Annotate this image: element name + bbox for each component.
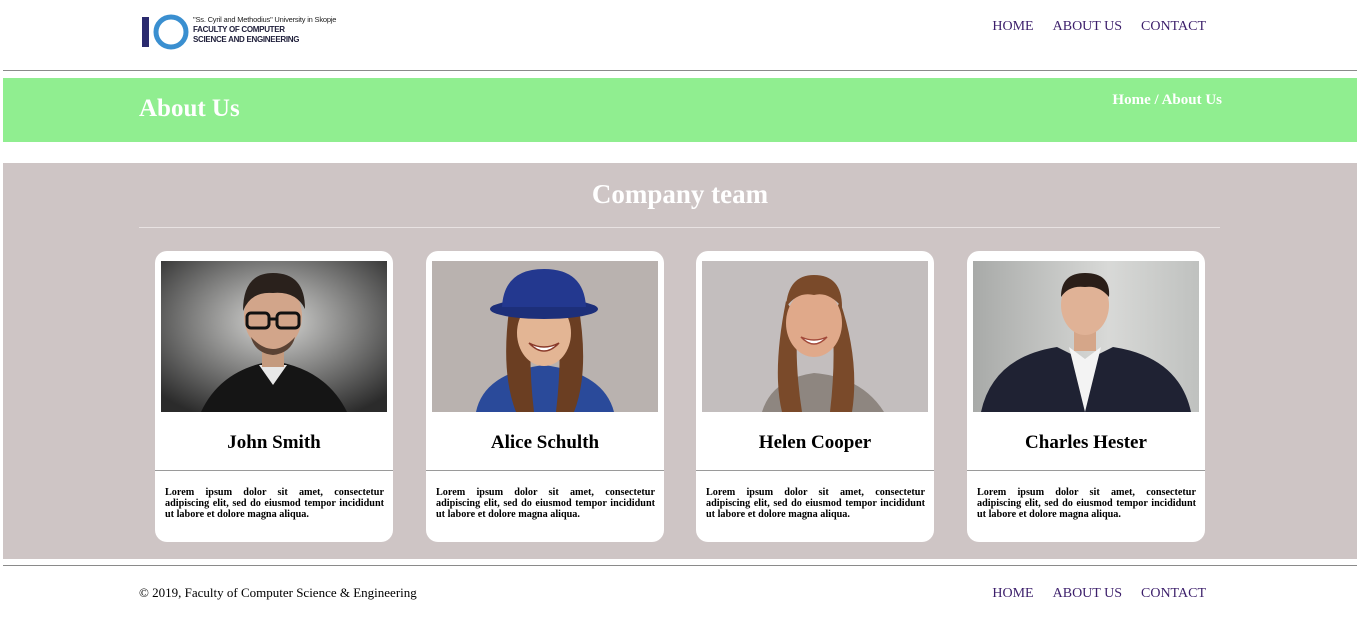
member-name: Helen Cooper xyxy=(758,432,872,453)
footer-divider xyxy=(3,565,1357,566)
breadcrumb[interactable]: Home / About Us xyxy=(1112,92,1222,109)
page-title: About Us xyxy=(139,95,240,122)
top-nav: HOME ABOUT US CONTACT xyxy=(992,19,1206,35)
footer-nav: HOME ABOUT US CONTACT xyxy=(992,586,1206,602)
team-title-divider xyxy=(139,227,1220,228)
member-name: John Smith xyxy=(227,432,321,453)
team-section-title: Company team xyxy=(591,179,769,209)
member-name: Alice Schulth xyxy=(490,432,600,453)
team-card: Charles Hester Lorem ipsum dolor sit ame… xyxy=(967,251,1205,542)
woman-with-hat-photo xyxy=(432,261,658,412)
footer-home-link[interactable]: HOME xyxy=(992,586,1033,602)
nav-home-link[interactable]: HOME xyxy=(992,19,1033,35)
team-card: Helen Cooper Lorem ipsum dolor sit amet,… xyxy=(696,251,934,542)
smiling-woman-photo xyxy=(702,261,928,412)
member-bio: Lorem ipsum dolor sit amet, consectetur … xyxy=(165,487,384,520)
page-banner: About Us Home / About Us xyxy=(3,78,1357,142)
member-bio: Lorem ipsum dolor sit amet, consectetur … xyxy=(977,487,1196,520)
nav-about-link[interactable]: ABOUT US xyxy=(1053,19,1122,35)
man-with-glasses-photo xyxy=(161,261,387,412)
copyright-text: © 2019, Faculty of Computer Science & En… xyxy=(139,585,417,600)
team-card: Alice Schulth Lorem ipsum dolor sit amet… xyxy=(426,251,664,542)
card-divider xyxy=(426,470,664,471)
card-divider xyxy=(967,470,1205,471)
footer-contact-link[interactable]: CONTACT xyxy=(1141,586,1206,602)
card-divider xyxy=(155,470,393,471)
nav-contact-link[interactable]: CONTACT xyxy=(1141,19,1206,35)
footer-about-link[interactable]: ABOUT US xyxy=(1053,586,1122,602)
logo-faculty-line2: SCIENCE AND ENGINEERING xyxy=(193,35,300,44)
card-divider xyxy=(696,470,934,471)
logo-monogram-icon xyxy=(141,13,191,51)
member-bio: Lorem ipsum dolor sit amet, consectetur … xyxy=(436,487,655,520)
team-section: Company team John Smith Lorem ipsum dolo… xyxy=(3,163,1357,559)
logo-faculty-line1: FACULTY OF COMPUTER xyxy=(193,25,285,34)
team-card: John Smith Lorem ipsum dolor sit amet, c… xyxy=(155,251,393,542)
member-name: Charles Hester xyxy=(1025,432,1147,453)
man-in-suit-photo xyxy=(973,261,1199,412)
logo-university-name: "Ss. Cyril and Methodius" University in … xyxy=(193,15,337,24)
header-divider xyxy=(3,70,1357,71)
member-bio: Lorem ipsum dolor sit amet, consectetur … xyxy=(706,487,925,520)
faculty-logo[interactable]: "Ss. Cyril and Methodius" University in … xyxy=(141,13,351,51)
